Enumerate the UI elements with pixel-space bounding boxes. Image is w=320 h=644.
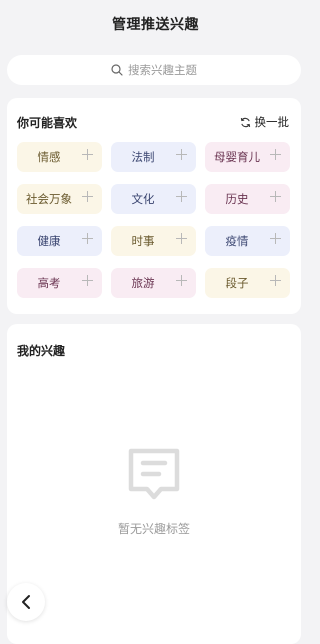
plus-icon [176,275,187,286]
tag-label: 社会万象 [26,192,72,206]
plus-icon [82,149,93,160]
tag-label: 情感 [37,150,61,164]
page-title: 管理推送兴趣 [112,17,199,33]
plus-icon [176,149,187,160]
chevron-left-icon [22,595,30,609]
tag-item[interactable]: 高考 [17,268,102,298]
suggest-card: 你可能喜欢 换一批 情感 法制 母婴育儿 社会万象 文化 历史 健康 时事 疫情… [7,98,301,314]
tag-label: 法制 [131,150,155,164]
tag-item[interactable]: 疫情 [205,226,290,256]
plus-icon [270,191,281,202]
tag-item[interactable]: 段子 [205,268,290,298]
my-interests-title: 我的兴趣 [17,344,66,358]
plus-icon [270,149,281,160]
tag-label: 母婴育儿 [214,150,260,164]
back-button[interactable] [7,583,45,621]
tag-label: 旅游 [131,276,155,290]
search-icon [111,64,123,76]
tag-label: 高考 [37,276,61,290]
tag-item[interactable]: 旅游 [111,268,196,298]
my-interests-card: 我的兴趣 暂无兴趣标签 [7,324,301,644]
tag-label: 疫情 [225,234,249,248]
plus-icon [176,233,187,244]
tag-label: 段子 [225,276,249,290]
tag-label: 健康 [37,234,61,248]
tag-item[interactable]: 时事 [111,226,196,256]
tag-item[interactable]: 健康 [17,226,102,256]
tag-item[interactable]: 社会万象 [17,184,102,214]
tag-item[interactable]: 历史 [205,184,290,214]
plus-icon [82,233,93,244]
empty-state-text: 暂无兴趣标签 [117,522,190,536]
plus-icon [82,191,93,202]
plus-icon [82,275,93,286]
suggest-title: 你可能喜欢 [17,116,78,130]
search-input[interactable]: 搜索兴趣主题 [7,55,301,85]
search-placeholder: 搜索兴趣主题 [128,63,197,77]
plus-icon [176,191,187,202]
tag-grid: 情感 法制 母婴育儿 社会万象 文化 历史 健康 时事 疫情 高考 旅游 段子 [17,142,290,298]
tag-label: 文化 [131,192,155,206]
plus-icon [270,233,281,244]
refresh-button[interactable]: 换一批 [240,114,290,130]
tag-item[interactable]: 情感 [17,142,102,172]
tag-item[interactable]: 文化 [111,184,196,214]
tag-label: 历史 [225,192,249,206]
empty-tag-icon [128,448,180,500]
tag-item[interactable]: 法制 [111,142,196,172]
refresh-label: 换一批 [254,115,290,129]
tag-item[interactable]: 母婴育儿 [205,142,290,172]
plus-icon [270,275,281,286]
refresh-icon [240,117,250,127]
tag-label: 时事 [131,234,155,248]
